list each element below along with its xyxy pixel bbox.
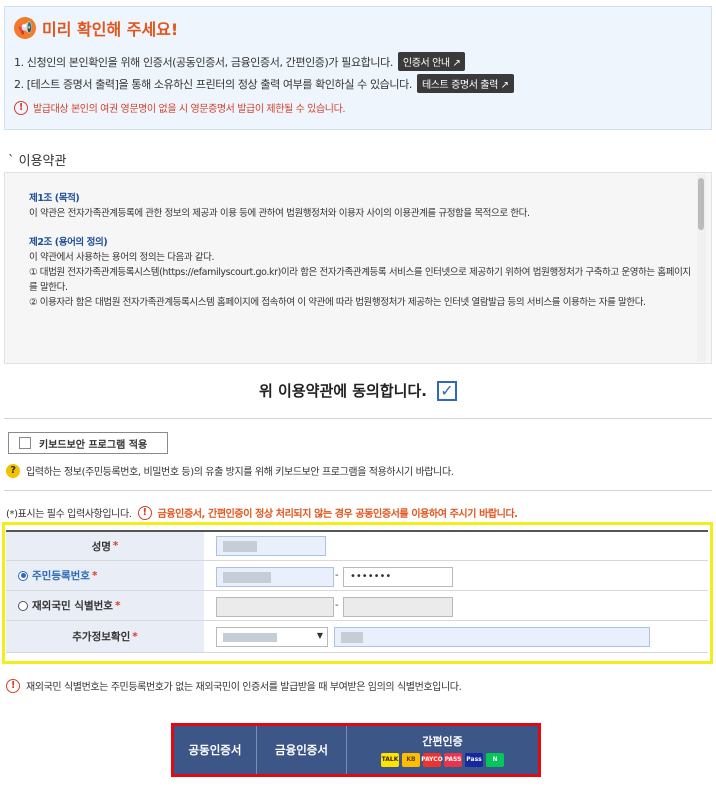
payco-icon: PAYCO bbox=[421, 753, 443, 767]
name-row: 성명 * bbox=[6, 532, 708, 561]
terms-content: 제1조 (목적) 이 약관은 전자가족관계등록에 관한 정보의 제공과 이용 등… bbox=[29, 191, 697, 310]
auth-button-bar: 공동인증서 금융인증서 간편인증 TALK KB PAYCO PASS Pass N bbox=[174, 726, 538, 774]
foreign-id-row: 재외국민 식별번호 * - bbox=[6, 591, 708, 621]
terms-scroll-thumb[interactable] bbox=[698, 178, 704, 230]
question-icon: ? bbox=[6, 463, 20, 478]
rrn-row: 주민등록번호 * - ••••••• bbox=[6, 561, 708, 591]
test-print-button[interactable]: 테스트 증명서 출력 ↗ bbox=[416, 74, 514, 93]
megaphone-icon: 📢 bbox=[14, 17, 36, 39]
foreign-id-label[interactable]: 재외국민 식별번호 * bbox=[6, 591, 204, 620]
warning-icon: ! bbox=[6, 678, 20, 693]
article-1-body: 이 약관은 전자가족관계등록에 관한 정보의 제공과 이용 등에 관하여 법원행… bbox=[29, 208, 530, 219]
rrn-radio[interactable] bbox=[18, 570, 28, 581]
extra-info-input[interactable] bbox=[334, 627, 650, 647]
passport-warning: ! 발급대상 본인의 여권 영문명이 없을 시 영문증명서 발급이 제한될 수 … bbox=[14, 100, 346, 115]
masked-value bbox=[341, 632, 363, 643]
required-note: (*)표시는 필수 입력사항입니다. bbox=[6, 509, 132, 520]
naver-icon: N bbox=[486, 753, 504, 767]
foreign-id-note-text: 재외국민 식별번호는 주민등록번호가 없는 재외국민이 인증서를 발급받을 때 … bbox=[26, 682, 462, 693]
required-mark: * bbox=[91, 569, 98, 582]
masked-value bbox=[223, 572, 271, 583]
dash: - bbox=[335, 600, 339, 611]
article-2-item-2: ② 이용자라 함은 대법원 전자가족관계등록시스템 홈페이지에 접속하여 이 약… bbox=[29, 297, 646, 308]
kakao-icon: TALK bbox=[381, 753, 399, 767]
kb-icon: KB bbox=[402, 753, 420, 767]
warning-icon: ! bbox=[137, 505, 152, 520]
terms-agree-checkbox[interactable]: ✓ bbox=[436, 380, 457, 401]
foreign-id-note: ! 재외국민 식별번호는 주민등록번호가 없는 재외국민이 인증서를 발급받을 … bbox=[6, 678, 462, 693]
terms-scroll-box[interactable]: 제1조 (목적) 이 약관은 전자가족관계등록에 관한 정보의 제공과 이용 등… bbox=[4, 172, 712, 364]
required-warning: 금융인증서, 간편인증이 정상 처리되지 않는 경우 공동인증서를 이용하여 주… bbox=[157, 509, 519, 520]
dash: - bbox=[335, 570, 339, 581]
easy-auth-button[interactable]: 간편인증 TALK KB PAYCO PASS Pass N bbox=[347, 726, 538, 774]
keyboard-help-text: 입력하는 정보(주민등록번호, 비밀번호 등)의 유출 방지를 위해 키보드보안… bbox=[26, 467, 454, 478]
required-mark: * bbox=[112, 540, 119, 552]
chevron-down-icon: ▼ bbox=[316, 631, 323, 640]
cert-guide-button[interactable]: 인증서 안내 ↗ bbox=[397, 52, 466, 71]
easy-auth-logos: TALK KB PAYCO PASS Pass N bbox=[381, 753, 504, 767]
name-input[interactable] bbox=[216, 536, 326, 556]
bullet-mark: ˋ bbox=[8, 154, 19, 169]
warning-icon: ! bbox=[14, 100, 28, 115]
joint-cert-button[interactable]: 공동인증서 bbox=[174, 726, 257, 774]
required-mark: * bbox=[114, 599, 121, 612]
notice-title: 📢 미리 확인해 주세요! bbox=[14, 16, 178, 40]
masked-value bbox=[223, 633, 277, 642]
easy-auth-label: 간편인증 bbox=[422, 735, 463, 748]
required-notice: (*)표시는 필수 입력사항입니다. ! 금융인증서, 간편인증이 정상 처리되… bbox=[6, 505, 518, 520]
keyboard-help: ? 입력하는 정보(주민등록번호, 비밀번호 등)의 유출 방지를 위해 키보드… bbox=[6, 463, 454, 478]
extra-info-select[interactable]: ▼ bbox=[216, 627, 328, 647]
extra-info-row: 추가정보확인 * ▼ bbox=[6, 621, 708, 653]
notice-title-text: 미리 확인해 주세요! bbox=[42, 20, 179, 39]
terms-agree-label: 위 이용약관에 동의합니다. bbox=[259, 382, 427, 400]
identity-form: 성명 * 주민등록번호 * - ••••••• 재외국민 식별번호 * - 추가정보확… bbox=[6, 530, 708, 653]
notice-line-1-text: 1. 신청인의 본인확인을 위해 인증서(공동인증서, 금융인증서, 간편인증)… bbox=[14, 55, 393, 69]
pass-icon: PASS bbox=[444, 753, 462, 767]
extra-info-label-text: 추가정보확인 bbox=[72, 631, 131, 643]
extra-info-label: 추가정보확인 * bbox=[6, 621, 204, 652]
passport-warning-text: 발급대상 본인의 여권 영문명이 없을 시 영문증명서 발급이 제한될 수 있습… bbox=[33, 104, 346, 115]
masked-value bbox=[223, 541, 257, 552]
foreign-id-front-input[interactable] bbox=[216, 597, 334, 617]
financial-cert-button[interactable]: 금융인증서 bbox=[257, 726, 347, 774]
foreign-id-back-input[interactable] bbox=[343, 597, 453, 617]
divider bbox=[4, 418, 712, 419]
name-label: 성명 * bbox=[6, 532, 204, 560]
name-label-text: 성명 bbox=[91, 540, 111, 553]
terms-section-title: ˋ 이용약관 bbox=[8, 150, 66, 169]
divider bbox=[4, 490, 712, 491]
rrn-back-input[interactable]: ••••••• bbox=[343, 567, 453, 587]
article-2-title: 제2조 (용어의 정의) bbox=[29, 237, 108, 248]
keyboard-security-label: 키보드보안 프로그램 적용 bbox=[39, 439, 148, 451]
rrn-front-input[interactable] bbox=[216, 567, 334, 587]
rrn-back-value: ••••••• bbox=[350, 571, 392, 582]
rrn-label-text: 주민등록번호 bbox=[32, 570, 90, 582]
keyboard-security-button[interactable]: 키보드보안 프로그램 적용 bbox=[8, 432, 168, 454]
article-2-intro: 이 약관에서 사용하는 용어의 정의는 다음과 같다. bbox=[29, 252, 215, 263]
terms-section-title-text: 이용약관 bbox=[18, 154, 67, 169]
foreign-id-radio[interactable] bbox=[18, 600, 28, 611]
terms-agree-row: 위 이용약관에 동의합니다. ✓ bbox=[0, 380, 716, 401]
notice-line-1: 1. 신청인의 본인확인을 위해 인증서(공동인증서, 금융인증서, 간편인증)… bbox=[14, 52, 466, 71]
notice-line-2-text: 2. [테스트 증명서 출력]을 통해 소유하신 프린터의 정상 출력 여부를 … bbox=[14, 77, 412, 91]
keyboard-security-checkbox[interactable] bbox=[19, 437, 31, 449]
rrn-label[interactable]: 주민등록번호 * bbox=[6, 561, 204, 590]
notice-line-2: 2. [테스트 증명서 출력]을 통해 소유하신 프린터의 정상 출력 여부를 … bbox=[14, 74, 514, 93]
article-2-item-1: ① 대법원 전자가족관계등록시스템(https://efamilyscourt.… bbox=[29, 267, 691, 293]
article-1-title: 제1조 (목적) bbox=[29, 193, 80, 204]
required-mark: * bbox=[132, 630, 138, 643]
foreign-id-label-text: 재외국민 식별번호 bbox=[32, 600, 113, 612]
samsung-pass-icon: Pass bbox=[465, 753, 483, 767]
